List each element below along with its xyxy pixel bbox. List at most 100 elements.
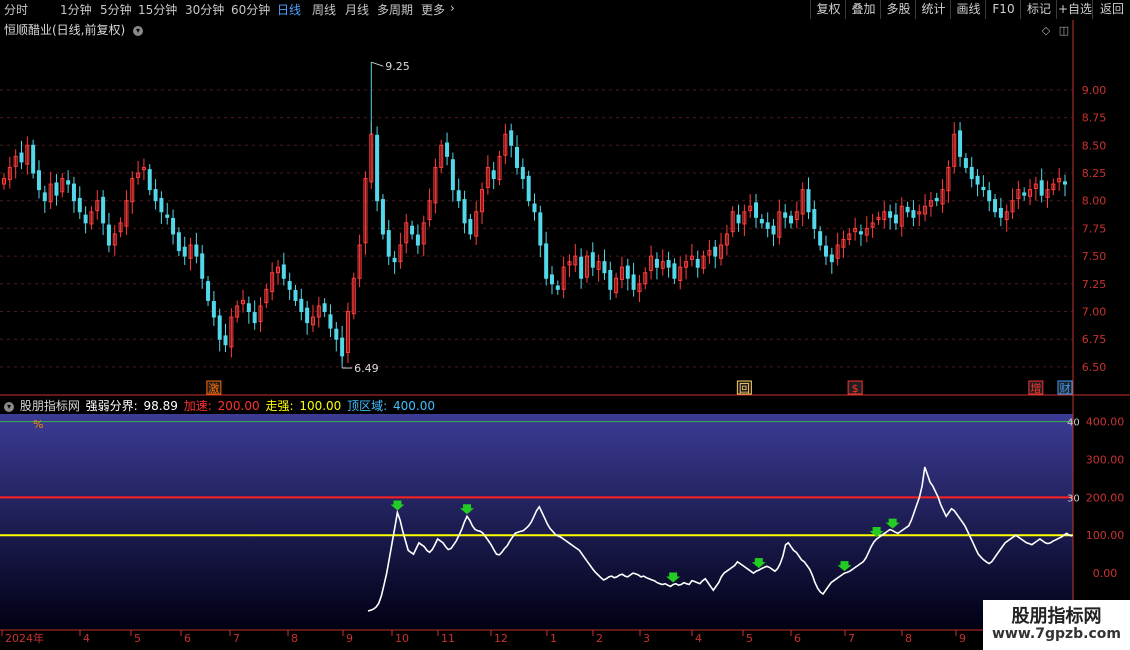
candle-body: [147, 169, 152, 191]
price-tick-label: 7.50: [1082, 250, 1107, 263]
high-label: 9.25: [385, 60, 410, 73]
candle-body: [823, 245, 828, 257]
candle-body: [54, 182, 59, 196]
candle-body: [211, 301, 216, 318]
candle-body: [829, 254, 834, 263]
candle-body: [246, 303, 251, 313]
price-tick-label: 8.50: [1082, 139, 1107, 152]
indicator-tick-label: 400.00: [1086, 416, 1125, 429]
x-tick-label: 4: [695, 632, 702, 645]
candle-body: [806, 189, 811, 213]
candle-body: [672, 263, 677, 279]
candle-body: [77, 197, 82, 213]
candle-body: [509, 130, 514, 146]
candle-body: [305, 307, 310, 324]
x-tick-label: 7: [233, 632, 240, 645]
indicator-background: [0, 414, 1073, 629]
candle-body: [911, 210, 916, 218]
candle-body: [287, 281, 292, 290]
candle-body: [969, 166, 974, 180]
candle-body: [783, 212, 788, 218]
candle-body: [380, 199, 385, 235]
candle-body: [549, 274, 554, 285]
candle-body: [1022, 192, 1027, 196]
candle-body: [1063, 181, 1067, 185]
candle-body: [31, 144, 36, 174]
x-tick-label: 2: [596, 632, 603, 645]
candle-body: [1039, 180, 1044, 196]
candle-body: [520, 166, 525, 180]
candle-body: [765, 222, 770, 229]
candle-body: [252, 312, 257, 324]
candle-body: [83, 214, 88, 224]
candle-body: [106, 224, 111, 246]
indicator-tick-label: 100.00: [1086, 529, 1125, 542]
candle-body: [328, 314, 333, 329]
candle-body: [608, 270, 613, 290]
candle-body: [666, 260, 671, 268]
candle-body: [415, 234, 420, 246]
candle-body: [975, 175, 980, 185]
candle-body: [579, 256, 584, 279]
candle-body: [526, 175, 531, 202]
x-tick-label: 5: [134, 632, 141, 645]
x-tick-label: 10: [395, 632, 409, 645]
candle-body: [858, 231, 863, 235]
candle-body: [194, 244, 199, 257]
watermark-title: 股朋指标网: [1011, 606, 1102, 627]
candle-body: [695, 258, 700, 268]
candle-body: [987, 190, 992, 202]
candle-body: [165, 214, 170, 218]
candle-body: [654, 258, 659, 268]
event-marker-0: 激: [208, 381, 219, 395]
indicator-tick-label: 0.00: [1093, 567, 1118, 580]
candle-body: [555, 285, 560, 290]
candle-body: [963, 158, 968, 168]
candle-body: [200, 253, 205, 279]
candle-body: [299, 298, 304, 313]
candle-body: [958, 130, 963, 157]
x-tick-label: 12: [494, 632, 508, 645]
candle-body: [771, 225, 776, 235]
x-tick-label: 11: [441, 632, 455, 645]
x-tick-label: 2024年: [5, 631, 44, 645]
price-tick-label: 7.25: [1082, 278, 1107, 291]
event-marker-4: 财: [1060, 381, 1071, 395]
candle-body: [532, 203, 537, 213]
candle-body: [182, 246, 187, 257]
candle-body: [66, 180, 71, 185]
candle-body: [888, 211, 893, 218]
candle-body: [538, 212, 543, 246]
x-tick-label: 4: [83, 632, 90, 645]
x-tick-label: 9: [959, 632, 966, 645]
price-tick-label: 9.00: [1082, 84, 1107, 97]
candle-body: [42, 192, 47, 202]
x-tick-label: 6: [794, 632, 801, 645]
x-tick-label: 3: [643, 632, 650, 645]
x-tick-label: 8: [905, 632, 912, 645]
candle-body: [981, 186, 986, 191]
candle-body: [998, 207, 1003, 218]
candle-body: [934, 197, 939, 202]
price-tick-label: 7.75: [1082, 222, 1107, 235]
candle-body: [281, 264, 286, 279]
x-tick-label: 5: [746, 632, 753, 645]
candle-body: [206, 281, 211, 301]
diamond-icon: ◇: [1042, 24, 1051, 37]
candle-body: [713, 246, 718, 257]
candle-body: [544, 243, 549, 279]
percent-label: %: [33, 418, 43, 431]
right-mark-40: 40: [1067, 418, 1080, 429]
chart-canvas: 9.00 8.75 8.50 8.25 8.00 7.75 7.50 7.25 7.00 6.75…: [0, 20, 1130, 645]
candle-body: [159, 197, 164, 213]
candle-body: [893, 214, 898, 224]
watermark: 股朋指标网 www.7gpzb.com: [983, 600, 1130, 650]
right-mark-30: 30: [1067, 493, 1080, 504]
panel-icon: ◫: [1059, 24, 1069, 37]
candle-body: [19, 152, 24, 163]
candle-body: [625, 265, 630, 279]
candle-body: [602, 261, 607, 274]
high-leader: [371, 61, 384, 67]
x-tick-label: 7: [848, 632, 855, 645]
candle-body: [334, 328, 339, 340]
